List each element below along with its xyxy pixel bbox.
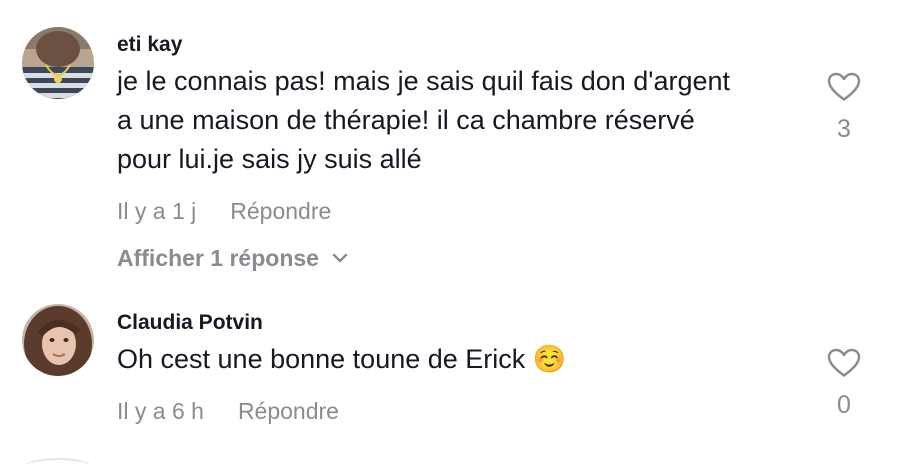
like-count: 0 <box>837 391 851 419</box>
like-control: 0 <box>822 348 866 419</box>
avatar[interactable] <box>22 304 94 376</box>
heart-outline-icon[interactable] <box>822 348 866 383</box>
comment-timestamp: Il y a 1 j <box>117 197 197 224</box>
chevron-down-icon <box>331 252 349 264</box>
comment-item: Claudia Potvin Oh cest une bonne toune d… <box>0 290 908 464</box>
like-count: 3 <box>837 115 851 143</box>
comment-item: eti kay je le connais pas! mais je sais … <box>0 0 908 290</box>
comment-text: je le connais pas! mais je sais quil fai… <box>117 66 730 174</box>
comment-meta: Il y a 1 j Répondre <box>117 194 798 228</box>
comment-body: Claudia Potvin Oh cest une bonne toune d… <box>117 309 798 428</box>
view-replies-label: Afficher 1 réponse <box>117 244 319 271</box>
comment-text: Oh cest une bonne toune de Erick ☺️ <box>117 344 567 374</box>
heart-outline-icon[interactable] <box>822 72 866 107</box>
view-replies-button[interactable]: Afficher 1 réponse <box>117 241 798 275</box>
avatar[interactable] <box>22 27 94 99</box>
comment-username[interactable]: Claudia Potvin <box>117 309 798 337</box>
comment-meta: Il y a 6 h Répondre <box>117 394 798 428</box>
comment-body: eti kay je le connais pas! mais je sais … <box>117 31 798 275</box>
comment-username[interactable]: eti kay <box>117 31 798 59</box>
like-control: 3 <box>822 72 866 143</box>
reply-button[interactable]: Répondre <box>230 198 331 225</box>
comments-list: eti kay je le connais pas! mais je sais … <box>0 0 908 464</box>
avatar-image <box>22 27 94 99</box>
comment-timestamp: Il y a 6 h <box>117 397 204 424</box>
reply-button[interactable]: Répondre <box>238 398 339 425</box>
avatar-image <box>22 304 94 376</box>
